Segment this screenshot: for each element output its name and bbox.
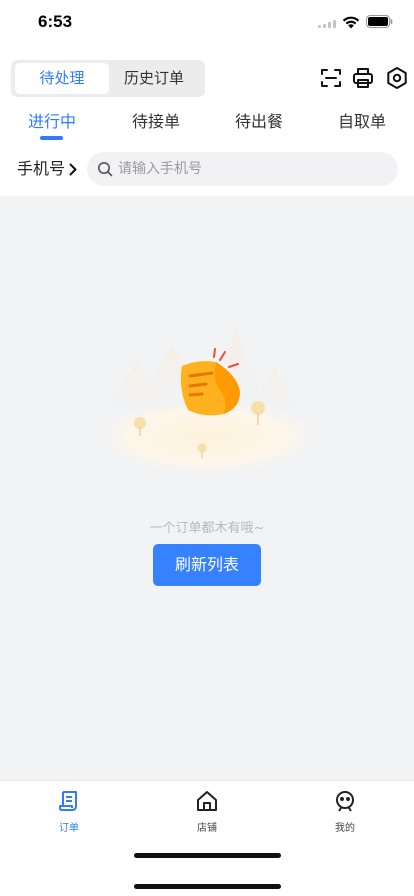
active-tab-indicator [40, 136, 63, 140]
tab-profile-label: 我的 [335, 823, 355, 834]
home-indicator [134, 853, 281, 858]
phone-search-input[interactable] [118, 152, 388, 186]
order-icon [59, 791, 77, 811]
tab-pickup-orders[interactable]: 自取单 [330, 106, 394, 138]
battery-icon [366, 15, 393, 28]
cellular-signal-icon [318, 20, 338, 28]
wifi-icon [342, 16, 360, 29]
status-time: 6:53 [38, 12, 73, 31]
status-bar: 6:53 [0, 0, 414, 44]
chevron-right-icon[interactable] [69, 163, 77, 176]
tab-store[interactable]: 店铺 [177, 787, 237, 837]
store-icon [197, 791, 217, 811]
tab-in-progress[interactable]: 进行中 [20, 106, 84, 138]
refresh-list-button[interactable]: 刷新列表 [153, 544, 261, 586]
home-indicator-secondary [134, 884, 281, 889]
scan-icon[interactable] [319, 66, 343, 90]
tab-awaiting-acceptance[interactable]: 待接单 [124, 106, 188, 138]
segment-pending[interactable]: 待处理 [15, 63, 109, 94]
search-box[interactable] [87, 152, 398, 186]
tab-awaiting-meal[interactable]: 待出餐 [227, 106, 291, 138]
empty-state-message: 一个订单都木有哦~ [149, 521, 265, 536]
tab-profile[interactable]: 我的 [315, 787, 375, 837]
profile-icon [336, 791, 354, 812]
tab-store-label: 店铺 [197, 823, 217, 834]
empty-orders-illustration [92, 330, 322, 475]
search-filter-type[interactable]: 手机号 [17, 158, 65, 180]
order-segment-control: 待处理 历史订单 [11, 60, 205, 97]
segment-history-orders[interactable]: 历史订单 [107, 63, 201, 94]
search-icon [98, 162, 113, 177]
settings-icon[interactable] [385, 66, 409, 90]
tab-orders-label: 订单 [59, 823, 79, 834]
tab-orders[interactable]: 订单 [39, 787, 99, 837]
printer-icon[interactable] [351, 66, 375, 90]
bottom-tab-bar: 订单 店铺 我的 [0, 780, 414, 896]
